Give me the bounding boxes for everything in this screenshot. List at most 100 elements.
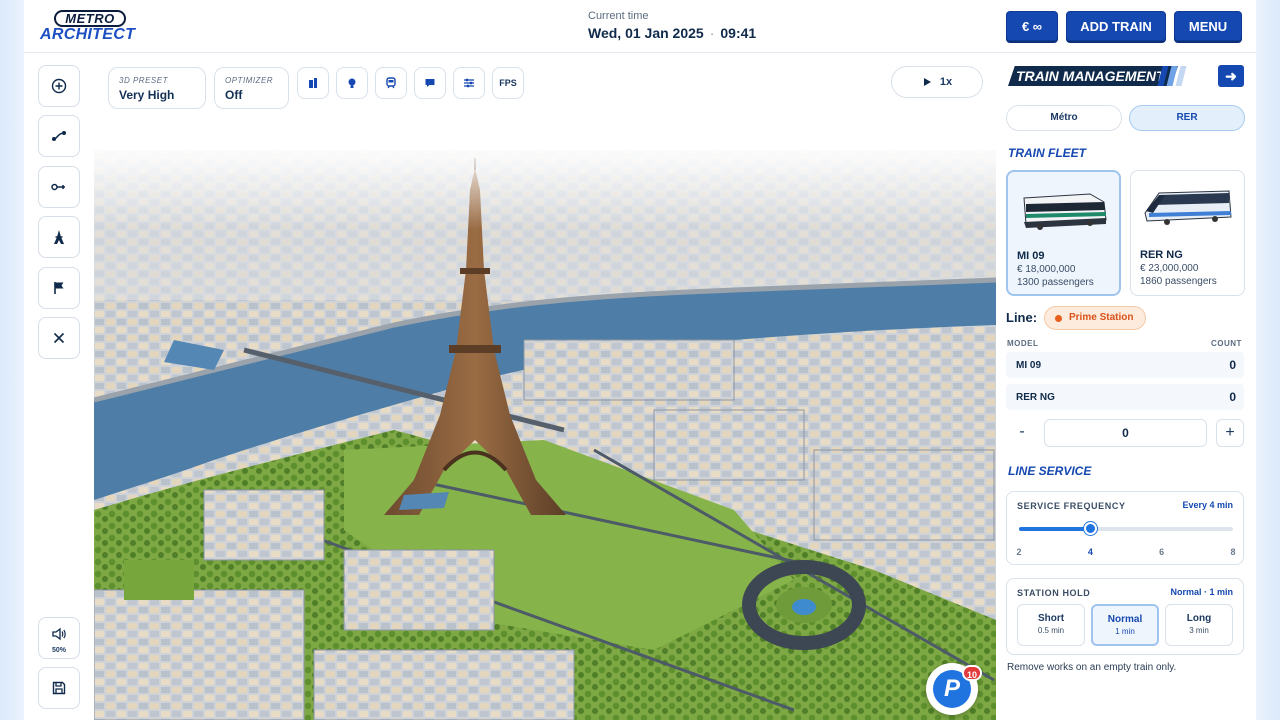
line-service-heading: LINE SERVICE	[1008, 464, 1092, 478]
train-name: MI 09	[1017, 250, 1045, 262]
hold-option-long[interactable]: Long 3 min	[1165, 604, 1233, 646]
rerng-train-image	[1144, 190, 1232, 225]
hold-caption: STATION HOLD	[1017, 588, 1091, 598]
logo-top-text: METRO	[54, 10, 126, 27]
preset-selector[interactable]: 3D PRESET Very High	[108, 67, 206, 109]
save-icon	[52, 681, 66, 695]
train-card-rerng[interactable]: RER NG € 23,000,000 1860 passengers	[1130, 170, 1245, 296]
save-button[interactable]	[38, 667, 80, 709]
count-column-header: COUNT	[1211, 339, 1242, 348]
clock-text: 09:41	[720, 25, 757, 41]
frequency-caption: SERVICE FREQUENCY	[1017, 501, 1126, 511]
remove-hint: Remove works on an empty train only.	[1007, 662, 1177, 673]
frequency-tick: 8	[1230, 547, 1236, 557]
frequency-tick: 6	[1159, 547, 1165, 557]
volume-level-label: 50%	[51, 647, 66, 654]
hold-option-duration: 0.5 min	[1037, 626, 1065, 635]
money-button[interactable]: € ∞	[1006, 11, 1058, 41]
frequency-slider[interactable]	[1019, 522, 1233, 535]
lighting-toggle[interactable]	[336, 67, 368, 99]
hold-option-name: Long	[1186, 613, 1212, 624]
preset-caption: 3D PRESET	[119, 76, 168, 85]
paris-map-scene	[94, 150, 996, 720]
increment-button[interactable]: +	[1216, 419, 1244, 447]
time-value: Wed, 01 Jan 2025 · 09:41	[588, 25, 808, 41]
hold-option-name: Short	[1037, 613, 1065, 624]
train-price: € 18,000,000	[1017, 264, 1076, 275]
slider-fill	[1019, 527, 1091, 531]
volume-button[interactable]: 50%	[38, 617, 80, 659]
landmark-button[interactable]	[38, 216, 80, 258]
train-fleet-heading: TRAIN FLEET	[1008, 146, 1086, 160]
model-row[interactable]: MI 09 0	[1006, 352, 1244, 378]
map-horizon-fade	[94, 110, 996, 230]
play-speed-button[interactable]: 1x	[891, 66, 983, 98]
panel-title: TRAIN MANAGEMENT	[1008, 66, 1178, 86]
hold-option-normal[interactable]: Normal 1 min	[1091, 604, 1159, 646]
add-station-button[interactable]	[38, 65, 80, 107]
title-stripes	[1157, 66, 1194, 86]
optimizer-toggle[interactable]: OPTIMIZER Off	[214, 67, 289, 109]
train-capacity: 1860 passengers	[1140, 276, 1217, 287]
speaker-icon	[52, 627, 66, 641]
row-model: RER NG	[1016, 392, 1055, 403]
tab-metro[interactable]: Métro	[1006, 105, 1122, 131]
optimizer-caption: OPTIMIZER	[225, 76, 274, 85]
connect-line-button[interactable]	[38, 166, 80, 208]
row-model: MI 09	[1016, 360, 1042, 371]
frequency-tick: 4	[1087, 547, 1093, 557]
eiffel-tower-icon	[54, 230, 64, 244]
cancel-tool-button[interactable]	[38, 317, 80, 359]
metro-architect-logo[interactable]: METRO ARCHITECT	[40, 10, 140, 44]
model-column-header: MODEL	[1007, 339, 1039, 348]
train-quantity-input[interactable]: 0	[1044, 419, 1207, 447]
labels-toggle[interactable]	[414, 67, 446, 99]
menu-button[interactable]: MENU	[1174, 11, 1242, 41]
collapse-panel-button[interactable]: ➜	[1218, 65, 1244, 87]
train-card-mi09[interactable]: MI 09 € 18,000,000 1300 passengers	[1006, 170, 1121, 296]
fps-toggle[interactable]: FPS	[492, 67, 524, 99]
close-icon	[53, 332, 65, 344]
sliders-icon	[464, 78, 474, 88]
optimizer-value: Off	[225, 88, 243, 102]
notification-button[interactable]: P 10	[926, 663, 982, 715]
trains-toggle[interactable]	[375, 67, 407, 99]
top-bar: METRO ARCHITECT Current time Wed, 01 Jan…	[24, 0, 1256, 53]
decrement-button[interactable]: -	[1008, 419, 1036, 447]
line-label: Line:	[1006, 310, 1038, 325]
line-connector-icon	[51, 183, 65, 191]
hold-option-name: Normal	[1107, 614, 1143, 625]
train-capacity: 1300 passengers	[1017, 277, 1094, 288]
settings-sliders-button[interactable]	[453, 67, 485, 99]
add-train-button[interactable]: ADD TRAIN	[1066, 11, 1166, 41]
logo-bottom-text: ARCHITECT	[40, 26, 136, 43]
track-curve-icon	[52, 131, 66, 141]
hold-option-duration: 3 min	[1189, 626, 1209, 635]
building-icon	[309, 78, 317, 88]
play-icon	[923, 78, 931, 86]
tab-rer[interactable]: RER	[1129, 105, 1245, 131]
slider-handle[interactable]	[1084, 522, 1098, 535]
arrow-right-icon: ➜	[1225, 67, 1237, 84]
frequency-value: Every 4 min	[1182, 500, 1233, 510]
speed-label: 1x	[939, 76, 953, 88]
hold-option-short[interactable]: Short 0.5 min	[1017, 604, 1085, 646]
fps-label: FPS	[499, 78, 517, 88]
clock-display: Current time Wed, 01 Jan 2025 · 09:41	[588, 10, 808, 41]
time-caption: Current time	[588, 10, 649, 22]
notification-count: 10	[962, 665, 982, 681]
train-name: RER NG	[1140, 249, 1183, 261]
objectives-button[interactable]	[38, 267, 80, 309]
hold-option-duration: 1 min	[1115, 627, 1135, 636]
draw-track-button[interactable]	[38, 115, 80, 157]
lightbulb-icon	[348, 78, 356, 88]
mi09-train-image	[1023, 193, 1107, 230]
model-row[interactable]: RER NG 0	[1006, 384, 1244, 410]
row-count: 0	[1229, 390, 1236, 404]
speech-bubble-icon	[425, 79, 435, 87]
line-selector[interactable]: Prime Station	[1044, 306, 1147, 330]
hold-value: Normal · 1 min	[1170, 587, 1233, 597]
station-hold-box: STATION HOLD Normal · 1 min Short 0.5 mi…	[1006, 578, 1244, 655]
city-3d-view[interactable]	[94, 150, 996, 720]
buildings-toggle[interactable]	[297, 67, 329, 99]
